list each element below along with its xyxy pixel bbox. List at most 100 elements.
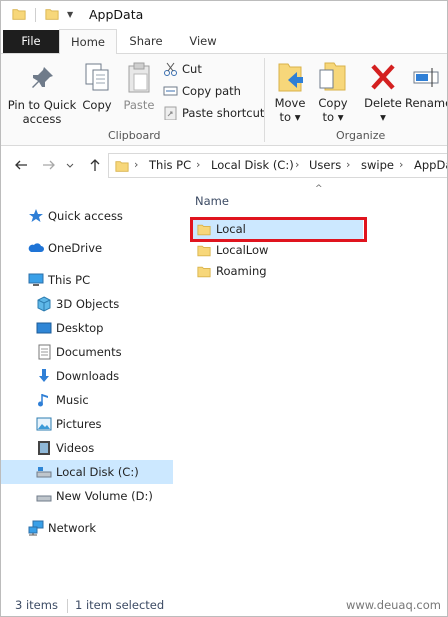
list-item[interactable]: Roaming [191, 261, 363, 282]
videos-icon [38, 441, 50, 455]
paste-label: Paste [123, 98, 155, 112]
nav-label: Music [56, 393, 89, 407]
star-icon [29, 209, 43, 222]
copy-icon [85, 63, 109, 91]
nav-label: 3D Objects [56, 297, 120, 311]
rename-button[interactable]: Rename [405, 60, 447, 110]
folder-icon[interactable] [12, 7, 26, 21]
file-name: Roaming [216, 264, 267, 278]
move-to-label: Move [274, 96, 306, 110]
navigation-pane: Quick access OneDrive This PC 3D Objects… [1, 184, 177, 591]
item-count: 3 items [15, 598, 58, 612]
pin-label-line2: access [22, 112, 62, 126]
paste-shortcut-label: Paste shortcut [182, 106, 265, 120]
breadcrumb-chevron-icon[interactable]: › [295, 158, 299, 171]
nav-local-disk[interactable]: Local Disk (C:) [1, 460, 173, 484]
breadcrumb-appdata[interactable]: AppData [414, 158, 447, 172]
move-to-button[interactable]: Move to ▾ [271, 60, 309, 124]
selection-status: 1 item selected [75, 598, 165, 612]
titlebar-divider [35, 8, 36, 22]
nav-label: This PC [48, 273, 91, 287]
paste-shortcut-icon [164, 106, 177, 120]
ribbon-tabs: File Home Share View [1, 29, 447, 55]
breadcrumb-chevron-icon[interactable]: › [346, 158, 350, 171]
pin-icon [32, 67, 53, 88]
clipboard-group-label: Clipboard [108, 129, 161, 142]
column-header-name[interactable]: Name [195, 194, 229, 208]
nav-label: Pictures [56, 417, 102, 431]
move-to-label-line2: to ▾ [279, 110, 301, 124]
network-icon [28, 520, 44, 536]
tab-share[interactable]: Share [121, 29, 171, 54]
breadcrumb-this-pc[interactable]: This PC [149, 158, 191, 172]
delete-icon [371, 64, 395, 90]
rename-icon [413, 68, 439, 87]
title-bar: ▼ AppData [1, 1, 447, 29]
copy-to-label: Copy [318, 96, 348, 110]
breadcrumb-chevron-icon[interactable]: › [399, 158, 403, 171]
navigation-bar: › This PC › Local Disk (C:) › Users › sw… [1, 146, 447, 184]
breadcrumb-chevron-icon[interactable]: › [196, 158, 200, 171]
nav-label: Network [48, 521, 97, 535]
delete-button[interactable]: Delete ▾ [363, 60, 403, 124]
tab-view[interactable]: View [179, 29, 227, 54]
copy-button[interactable]: Copy [81, 62, 113, 112]
computer-icon [28, 273, 44, 286]
ribbon-group-divider [264, 58, 265, 142]
breadcrumb-users[interactable]: Users [309, 158, 341, 172]
status-bar: 3 items 1 item selected www.deuaq.com [1, 591, 447, 616]
copy-path-icon [163, 86, 178, 96]
breadcrumb-swipe[interactable]: swipe [361, 158, 394, 172]
copy-path-button[interactable]: Copy path [163, 82, 241, 100]
breadcrumb-chevron-icon[interactable]: › [134, 158, 138, 171]
recent-locations-icon[interactable] [65, 157, 75, 173]
window-title: AppData [89, 7, 144, 22]
cut-button[interactable]: Cut [163, 60, 202, 78]
downloads-icon [39, 369, 49, 382]
paste-shortcut-button[interactable]: Paste shortcut [163, 104, 264, 122]
paste-icon [128, 62, 150, 93]
status-divider [67, 599, 68, 613]
tab-file[interactable]: File [3, 30, 59, 53]
cloud-icon [28, 243, 44, 252]
music-icon [38, 394, 48, 407]
up-arrow-icon[interactable] [87, 157, 103, 173]
nav-label: New Volume (D:) [56, 489, 153, 503]
file-list: ^ Name Local LocalLow Roaming [177, 184, 447, 591]
folder-icon[interactable] [45, 7, 59, 21]
desktop-icon [36, 322, 52, 334]
move-to-icon [278, 63, 303, 92]
nav-label: Desktop [56, 321, 104, 335]
address-bar[interactable]: › This PC › Local Disk (C:) › Users › sw… [108, 153, 447, 178]
cut-label: Cut [182, 62, 202, 76]
forward-arrow-icon[interactable] [41, 157, 57, 173]
chevron-down-icon[interactable]: ▼ [67, 10, 73, 19]
scissors-icon [164, 62, 177, 76]
watermark: www.deuaq.com [345, 598, 441, 612]
back-arrow-icon[interactable] [13, 157, 29, 173]
delete-caret: ▾ [380, 110, 386, 124]
copy-to-button[interactable]: Copy to ▾ [314, 60, 352, 124]
drive-icon [36, 467, 52, 478]
drive-icon [36, 495, 52, 502]
paste-button[interactable]: Paste [121, 62, 157, 112]
folder-icon [197, 245, 211, 257]
folder-icon [197, 266, 211, 278]
pin-to-quick-access-button[interactable]: Pin to Quick access [5, 64, 79, 126]
copy-to-label-line2: to ▾ [322, 110, 344, 124]
nav-label: OneDrive [48, 241, 103, 255]
nav-label: Downloads [56, 369, 120, 383]
3d-objects-icon [37, 296, 51, 312]
copy-path-label: Copy path [182, 84, 241, 98]
file-name: LocalLow [216, 243, 269, 257]
list-item[interactable]: LocalLow [191, 240, 363, 261]
breadcrumb-local-disk[interactable]: Local Disk (C:) [211, 158, 294, 172]
ribbon: Pin to Quick access Copy Paste Cut Copy … [1, 54, 447, 146]
tab-home[interactable]: Home [59, 29, 117, 55]
highlight-annotation [190, 217, 367, 242]
copy-to-icon [319, 62, 346, 91]
copy-label: Copy [82, 98, 112, 112]
organize-group-label: Organize [336, 129, 386, 142]
explorer-window: ▼ AppData File Home Share View Pin to Qu… [0, 0, 448, 617]
nav-label: Quick access [48, 209, 123, 223]
